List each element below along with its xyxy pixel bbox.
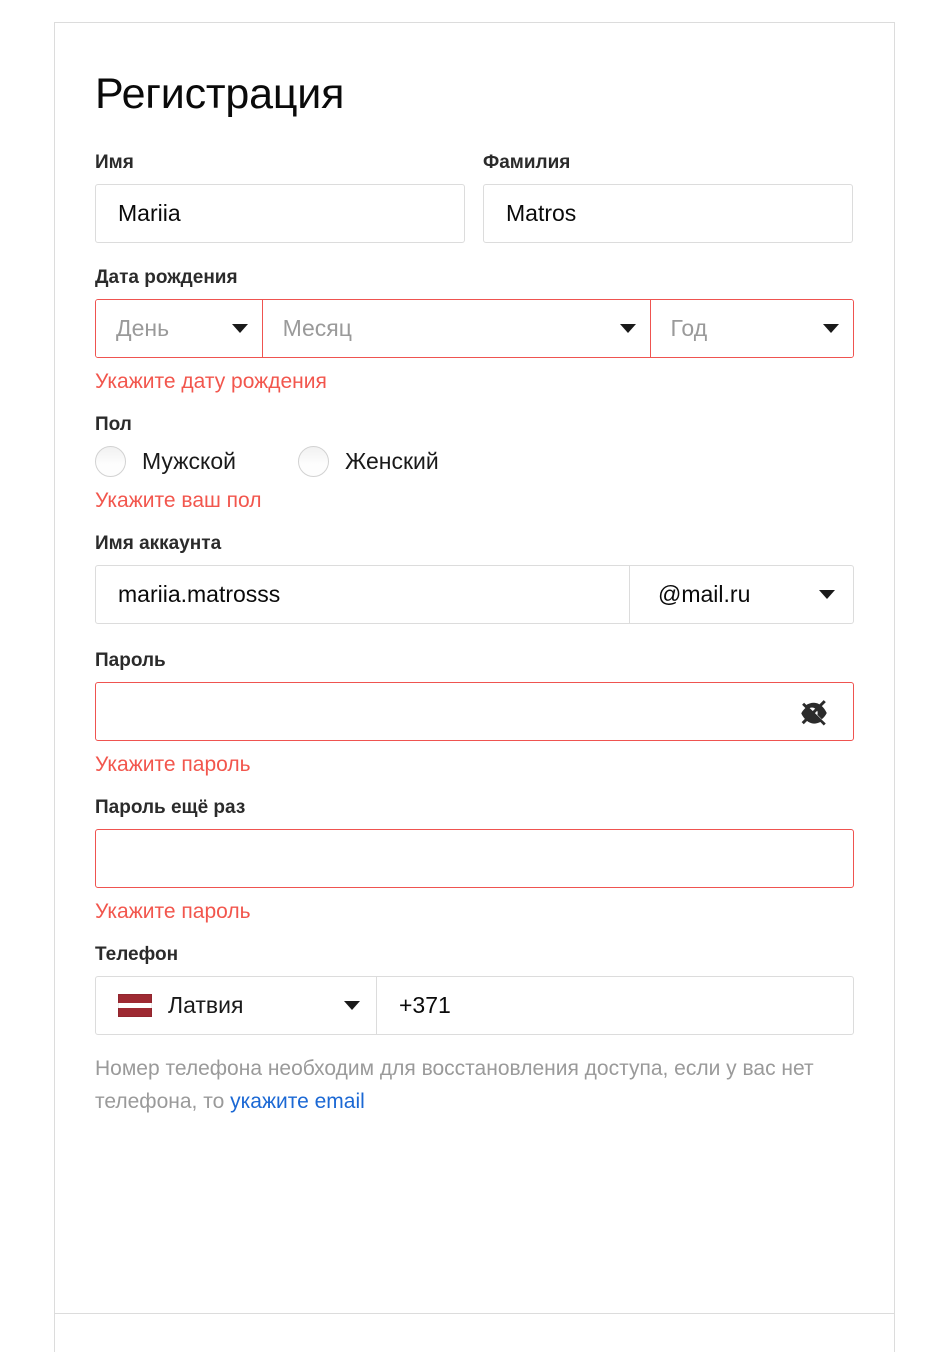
password-input[interactable] — [95, 682, 854, 742]
radio-icon — [298, 446, 330, 478]
password-error: Укажите пароль — [95, 753, 251, 777]
chevron-down-icon — [819, 590, 835, 600]
specify-email-link[interactable]: укажите email — [230, 1090, 365, 1113]
gender-male-label: Мужской — [142, 448, 237, 475]
account-username-input[interactable]: mariia.matrosss — [96, 566, 630, 624]
gender-radio-row: Мужской Женский — [95, 446, 854, 478]
name-row: Имя Mariia Фамилия Matros — [95, 152, 854, 244]
phone-label: Телефон — [95, 944, 179, 966]
password-section: Пароль Укажите пароль — [95, 650, 854, 777]
gender-female-label: Женский — [345, 448, 439, 475]
account-domain-select[interactable]: @mail.ru — [630, 566, 853, 623]
chevron-down-icon — [344, 1001, 360, 1011]
gender-section: Пол Мужской Женский Укажите ваш пол — [95, 414, 854, 513]
gender-option-female[interactable]: Женский — [298, 446, 439, 478]
latvia-flag-icon — [118, 994, 152, 1018]
phone-row: Латвия +371 — [95, 976, 854, 1036]
birth-year-value: Год — [670, 315, 708, 342]
password-label: Пароль — [95, 650, 166, 672]
birth-date-row: День Месяц Год — [95, 299, 854, 359]
birth-month-value: Месяц — [282, 315, 352, 342]
card-divider — [55, 1313, 894, 1314]
first-name-label: Имя — [95, 152, 134, 174]
gender-error: Укажите ваш пол — [95, 489, 262, 513]
password-repeat-section: Пароль ещё раз Укажите пароль — [95, 797, 854, 924]
last-name-input[interactable]: Matros — [483, 184, 853, 244]
phone-section: Телефон Латвия +371 Номер телефона необх… — [95, 944, 854, 1118]
chevron-down-icon — [231, 324, 248, 334]
first-name-input[interactable]: Mariia — [95, 184, 465, 244]
chevron-down-icon — [823, 324, 839, 334]
phone-number-input[interactable]: +371 — [377, 977, 853, 1034]
gender-option-male[interactable]: Мужской — [95, 446, 237, 478]
radio-icon — [95, 446, 126, 478]
birth-month-select[interactable]: Месяц — [262, 300, 651, 358]
last-name-label: Фамилия — [483, 152, 571, 174]
birth-date-label: Дата рождения — [95, 267, 238, 289]
password-repeat-label: Пароль ещё раз — [95, 797, 246, 819]
gender-label: Пол — [95, 414, 132, 436]
password-repeat-error: Укажите пароль — [95, 900, 251, 924]
birth-date-section: Дата рождения День Месяц Год Укажите дат… — [95, 267, 854, 394]
phone-help-prefix: Номер телефона необходим для восстановле… — [95, 1057, 814, 1113]
registration-card: Регистрация Имя Mariia Фамилия Matros Да… — [54, 22, 895, 1352]
name-gap — [465, 152, 483, 243]
eye-off-icon[interactable] — [797, 695, 831, 729]
registration-page: Регистрация Имя Mariia Фамилия Matros Да… — [0, 0, 930, 1352]
page-title: Регистрация — [95, 70, 345, 118]
account-section: Имя аккаунта mariia.matrosss @mail.ru — [95, 533, 854, 625]
birth-date-error: Укажите дату рождения — [95, 370, 327, 394]
account-label: Имя аккаунта — [95, 533, 222, 555]
account-row: mariia.matrosss @mail.ru — [95, 565, 854, 625]
account-domain-value: @mail.ru — [658, 581, 751, 608]
birth-day-select[interactable]: День — [96, 300, 263, 358]
birth-day-value: День — [116, 315, 170, 342]
password-repeat-input[interactable] — [95, 829, 854, 889]
chevron-down-icon — [619, 324, 636, 334]
phone-help-text: Номер телефона необходим для восстановле… — [95, 1053, 854, 1118]
phone-country-select[interactable]: Латвия — [96, 977, 377, 1035]
birth-year-select[interactable]: Год — [650, 300, 853, 358]
phone-country-value: Латвия — [168, 992, 244, 1019]
